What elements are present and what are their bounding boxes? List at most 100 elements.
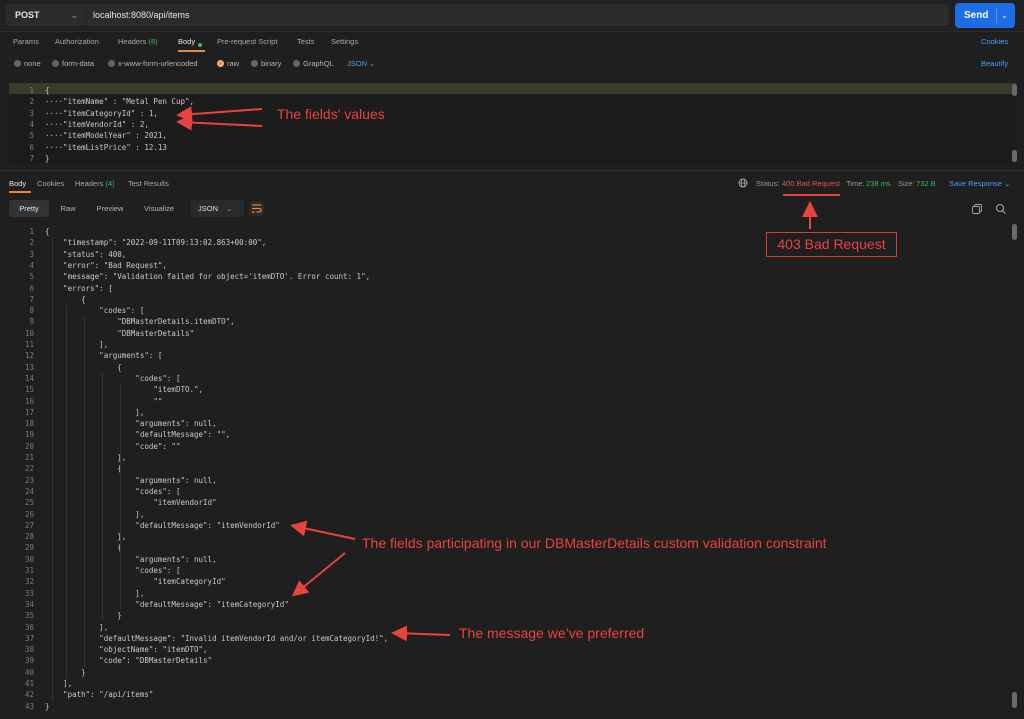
line-number: 5 xyxy=(29,272,34,282)
tab-response-headers-count: (4) xyxy=(105,179,115,188)
save-response-label: Save Response xyxy=(949,179,1002,188)
tab-prerequest[interactable]: Pre-request Script xyxy=(217,37,277,46)
scrollbar[interactable] xyxy=(1012,224,1017,240)
code-line: "defaultMessage": "itemVendorId" xyxy=(45,520,280,530)
line-number: 37 xyxy=(24,633,34,643)
method-select[interactable]: POST ⌄ xyxy=(6,4,86,26)
tab-tests[interactable]: Tests xyxy=(297,37,315,46)
save-response-button[interactable]: Save Response ⌄ xyxy=(949,179,1010,188)
method-label: POST xyxy=(15,10,40,20)
code-line: "" xyxy=(45,396,163,406)
line-number: 24 xyxy=(24,486,34,496)
line-number: 34 xyxy=(24,599,34,609)
cookies-link[interactable]: Cookies xyxy=(981,37,1008,46)
code-line: { xyxy=(45,86,50,95)
line-number: 21 xyxy=(24,453,34,462)
code-line: }, xyxy=(45,453,127,462)
language-select[interactable]: JSON ⌄ xyxy=(347,59,375,68)
search-icon[interactable] xyxy=(995,202,1009,216)
time-label: Time: xyxy=(846,179,865,188)
line-number: 8 xyxy=(29,306,34,316)
copy-icon[interactable] xyxy=(971,202,985,216)
tab-test-results[interactable]: Test Results xyxy=(128,179,169,188)
radio-none[interactable]: none xyxy=(14,59,41,68)
line-number: 40 xyxy=(24,667,34,677)
radio-binary[interactable]: binary xyxy=(251,59,281,68)
radio-graphql[interactable]: GraphQL xyxy=(293,59,334,68)
tab-headers-count: (8) xyxy=(148,37,158,46)
tab-response-cookies[interactable]: Cookies xyxy=(37,179,64,188)
status-value[interactable]: 400 Bad Request xyxy=(782,179,840,188)
radio-urlencoded[interactable]: x-www-form-urlencoded xyxy=(108,59,198,68)
send-button[interactable]: Send ⌄ xyxy=(955,3,1015,28)
code-line: "arguments": null, xyxy=(45,475,217,485)
code-line: "status": 400, xyxy=(45,249,127,259)
scrollbar[interactable] xyxy=(1012,692,1017,708)
body-type-options: none form-data x-www-form-urlencoded raw… xyxy=(0,57,1024,71)
tab-authorization[interactable]: Authorization xyxy=(55,37,99,46)
request-code: 1 {2 ····"itemName" : "Metal Pen Cup", 3 ···… xyxy=(0,83,1010,165)
line-number: 39 xyxy=(24,656,34,666)
size-value[interactable]: 732 B xyxy=(916,179,936,188)
code-line: "timestamp": "2022-09-11T09:13:02.863+00… xyxy=(45,238,267,248)
code-line: "itemCategoryId" xyxy=(45,577,226,587)
line-number: 28 xyxy=(24,532,34,542)
chevron-down-icon: ⌄ xyxy=(1004,179,1011,188)
chevron-down-icon[interactable]: ⌄ xyxy=(1001,3,1008,28)
annotation-bad-request: 403 Bad Request xyxy=(766,232,897,257)
tab-response-headers-label: Headers xyxy=(75,179,104,188)
view-preview[interactable]: Preview xyxy=(87,200,133,217)
radio-label: x-www-form-urlencoded xyxy=(118,59,198,68)
scrollbar[interactable] xyxy=(1012,84,1017,96)
line-number: 33 xyxy=(24,588,34,598)
pane-divider[interactable] xyxy=(0,170,1024,171)
code-line: "code": "DBMasterDetails" xyxy=(45,656,213,666)
line-number: 3 xyxy=(29,249,34,259)
radio-label: GraphQL xyxy=(303,59,334,68)
line-number: 26 xyxy=(24,509,34,519)
format-label: JSON xyxy=(198,204,219,213)
request-tabs: Params Authorization Headers (8) Body Pr… xyxy=(0,34,1024,50)
radio-form-data[interactable]: form-data xyxy=(52,59,94,68)
view-pretty[interactable]: Pretty xyxy=(9,200,49,217)
time-value[interactable]: 238 ms xyxy=(866,179,891,188)
code-line: ], xyxy=(45,509,145,519)
line-number: 25 xyxy=(24,498,34,508)
code-line: "arguments": null, xyxy=(45,554,217,564)
tab-response-body[interactable]: Body xyxy=(9,179,26,188)
line-number: 5 xyxy=(29,131,34,141)
code-line: "arguments": [ xyxy=(45,351,163,361)
annotation-fields-values: The fields' values xyxy=(277,106,385,122)
beautify-link[interactable]: Beautify xyxy=(981,59,1008,68)
tab-params[interactable]: Params xyxy=(13,37,39,46)
tab-settings[interactable]: Settings xyxy=(331,37,358,46)
radio-icon xyxy=(251,60,258,67)
active-tab-underline xyxy=(9,191,31,193)
line-number: 43 xyxy=(24,701,34,711)
radio-raw[interactable]: raw xyxy=(217,59,239,68)
tab-response-headers[interactable]: Headers (4) xyxy=(75,179,115,188)
wrap-lines-icon[interactable] xyxy=(249,201,264,216)
line-number: 16 xyxy=(24,396,34,406)
line-number: 1 xyxy=(29,227,34,236)
tab-body[interactable]: Body xyxy=(178,37,203,48)
url-input[interactable]: localhost:8080/api/items xyxy=(87,4,949,26)
scrollbar[interactable] xyxy=(1012,150,1017,162)
tab-headers[interactable]: Headers (8) xyxy=(118,37,158,46)
globe-icon[interactable] xyxy=(738,178,748,190)
line-number: 10 xyxy=(24,328,34,338)
format-select[interactable]: JSON ⌄ xyxy=(191,200,244,217)
line-number: 1 xyxy=(29,86,34,95)
chevron-down-icon: ⌄ xyxy=(70,10,78,20)
code-line: ····"itemCategoryId" : 1, xyxy=(45,108,158,118)
line-number: 4 xyxy=(29,260,34,270)
view-raw[interactable]: Raw xyxy=(51,200,85,217)
code-line: ····"itemModelYear" : 2021, xyxy=(45,131,167,141)
line-number: 13 xyxy=(24,362,34,372)
radio-icon xyxy=(14,60,21,67)
line-number: 41 xyxy=(24,679,34,688)
line-number: 23 xyxy=(24,475,34,485)
view-visualize[interactable]: Visualize xyxy=(135,200,183,217)
line-number: 9 xyxy=(29,317,34,327)
size-label: Size: xyxy=(898,179,915,188)
